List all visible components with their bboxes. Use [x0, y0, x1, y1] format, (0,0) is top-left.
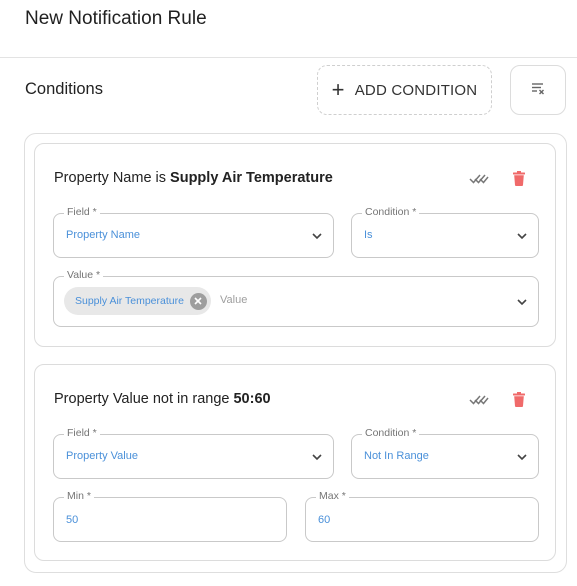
chevron-down-icon	[517, 299, 527, 306]
condition-card: Property Value not in range 50:60 Field …	[34, 364, 556, 561]
chip-remove-icon[interactable]	[189, 292, 207, 310]
field-select[interactable]: Field * Property Name	[53, 206, 334, 258]
done-all-icon[interactable]	[469, 389, 489, 409]
value-select[interactable]: Value * Supply Air Temperature Value	[53, 269, 539, 327]
condition-heading: Property Name is Supply Air Temperature	[54, 170, 333, 186]
chevron-down-icon	[517, 454, 527, 461]
chevron-down-icon	[312, 233, 322, 240]
clear-conditions-button[interactable]	[510, 65, 566, 115]
clear-all-icon	[530, 80, 546, 101]
max-input[interactable]: Max * 60	[305, 490, 539, 542]
conditions-section-title: Conditions	[25, 80, 103, 98]
add-condition-button[interactable]: + ADD CONDITION	[317, 65, 492, 115]
value-chip: Supply Air Temperature	[64, 287, 211, 315]
condition-card: Property Name is Supply Air Temperature …	[34, 143, 556, 347]
value-placeholder: Value	[220, 294, 248, 306]
header-divider	[0, 57, 577, 58]
field-select[interactable]: Field * Property Value	[53, 427, 334, 479]
done-all-icon[interactable]	[469, 168, 489, 188]
delete-icon[interactable]	[509, 168, 529, 188]
chevron-down-icon	[517, 233, 527, 240]
condition-select[interactable]: Condition * Is	[351, 206, 539, 258]
delete-icon[interactable]	[509, 389, 529, 409]
page-title: New Notification Rule	[25, 8, 207, 29]
plus-icon: +	[331, 77, 345, 102]
min-input[interactable]: Min * 50	[53, 490, 287, 542]
condition-heading: Property Value not in range 50:60	[54, 391, 271, 407]
chevron-down-icon	[312, 454, 322, 461]
add-condition-label: ADD CONDITION	[354, 81, 478, 99]
condition-select[interactable]: Condition * Not In Range	[351, 427, 539, 479]
